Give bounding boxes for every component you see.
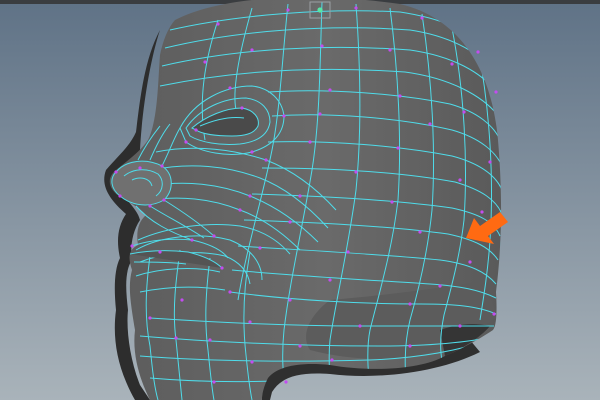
head-mesh[interactable]	[0, 0, 600, 400]
perspective-viewport[interactable]	[0, 0, 600, 400]
